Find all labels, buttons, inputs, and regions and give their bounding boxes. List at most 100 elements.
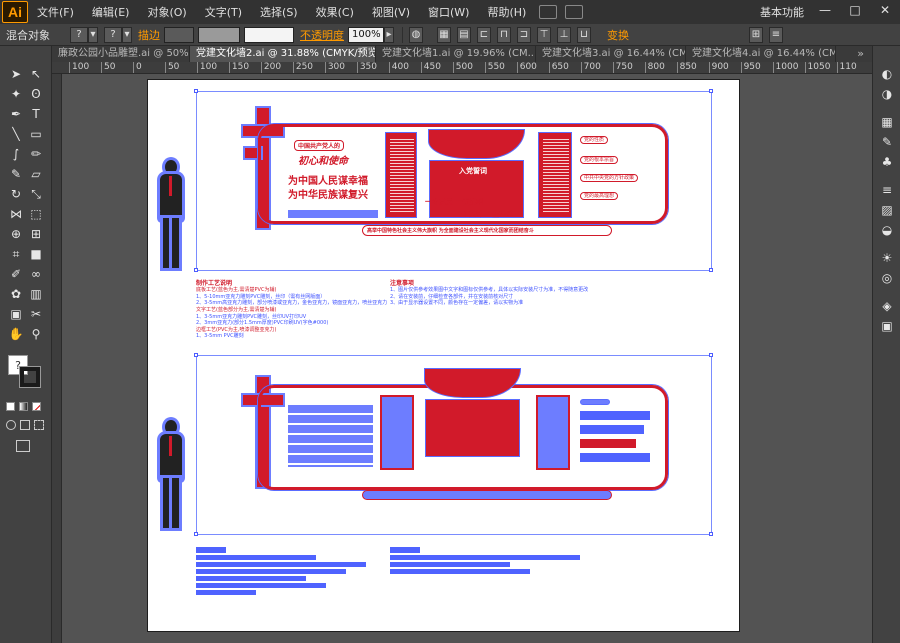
artboards-icon[interactable]: ▣ <box>879 318 895 334</box>
arrange-documents-icon[interactable] <box>565 5 584 19</box>
tab-doc-5[interactable]: 党建文化墙4.ai @ 16.44% (CM...× <box>686 46 836 62</box>
isolate-group-icon[interactable]: ⊞ <box>749 26 763 43</box>
variable-width-profile[interactable] <box>198 26 240 43</box>
menu-select[interactable]: 选择(S) <box>251 4 307 20</box>
brush-definition[interactable] <box>244 26 294 43</box>
align-center-icon[interactable]: ⊓ <box>497 26 511 43</box>
color-icon[interactable]: ◐ <box>879 66 895 82</box>
symbols-icon[interactable]: ♣ <box>879 154 895 170</box>
transparency-icon[interactable]: ◒ <box>879 222 895 238</box>
menu-type[interactable]: 文字(T) <box>196 4 251 20</box>
selection-handle[interactable] <box>709 353 713 357</box>
mesh-tool-icon[interactable]: ⌗ <box>8 246 24 262</box>
fill-dropdown-icon[interactable]: ▾ <box>88 26 98 43</box>
close-button[interactable]: ✕ <box>870 0 900 20</box>
align-left-icon[interactable]: ⊏ <box>477 26 491 43</box>
color-guide-icon[interactable]: ◑ <box>879 86 895 102</box>
rotate-tool-icon[interactable]: ↻ <box>8 186 24 202</box>
bottom-poster-group[interactable] <box>148 353 741 633</box>
artboard-tool-icon[interactable]: ▣ <box>8 306 24 322</box>
column-graph-tool-icon[interactable]: ▥ <box>28 286 44 302</box>
menu-help[interactable]: 帮助(H) <box>478 4 535 20</box>
selection-handle[interactable] <box>194 532 198 536</box>
align-icon[interactable]: ▦ <box>437 26 451 43</box>
opacity-label[interactable]: 不透明度 <box>300 27 344 43</box>
align-middle-icon[interactable]: ⊥ <box>557 26 571 43</box>
eraser-tool-icon[interactable]: ▱ <box>28 166 44 182</box>
selection-handle[interactable] <box>709 532 713 536</box>
selection-handle[interactable] <box>194 89 198 93</box>
pencil-tool-icon[interactable]: ✏ <box>28 146 44 162</box>
vertical-ruler[interactable] <box>52 74 62 643</box>
menu-file[interactable]: 文件(F) <box>28 4 83 20</box>
stroke-weight-field[interactable] <box>164 26 194 43</box>
bridge-icon[interactable] <box>539 5 558 19</box>
eyedropper-tool-icon[interactable]: ✐ <box>8 266 24 282</box>
horizontal-ruler[interactable]: 100 50 0 50 100 150 200 250 300 350 400 450 500 550 60… <box>52 62 872 74</box>
line-tool-icon[interactable]: ╲ <box>8 126 24 142</box>
symbol-sprayer-tool-icon[interactable]: ✿ <box>8 286 24 302</box>
blob-brush-tool-icon[interactable]: ✎ <box>8 166 24 182</box>
opacity-dropdown-icon[interactable]: ▸ <box>384 26 394 43</box>
fill-swatch[interactable]: ? <box>70 26 88 43</box>
draw-normal-icon[interactable] <box>6 420 16 430</box>
menu-object[interactable]: 对象(O) <box>138 4 195 20</box>
tab-doc-2[interactable]: 党建文化墙2.ai @ 31.88% (CMYK/预览)× <box>190 46 376 62</box>
stroke-color-box[interactable] <box>19 366 41 388</box>
selection-handle[interactable] <box>709 268 713 272</box>
selection-handle[interactable] <box>709 89 713 93</box>
hand-tool-icon[interactable]: ✋ <box>8 326 24 342</box>
artboard[interactable]: 中国共产党人的 初心和使命 为中国人民谋幸福 为中华民族谋复兴 入党誓词 一名党… <box>147 79 740 632</box>
tabs-overflow-icon[interactable]: » <box>857 46 864 62</box>
menu-effect[interactable]: 效果(C) <box>307 4 363 20</box>
slice-tool-icon[interactable]: ✂ <box>28 306 44 322</box>
direct-selection-tool-icon[interactable]: ↖ <box>28 66 44 82</box>
scale-tool-icon[interactable]: ⤡ <box>28 186 44 202</box>
menu-window[interactable]: 窗口(W) <box>419 4 478 20</box>
free-transform-tool-icon[interactable]: ⬚ <box>28 206 44 222</box>
gradient-mode-icon[interactable] <box>19 402 28 411</box>
recolor-artwork-icon[interactable]: ◍ <box>409 26 423 43</box>
tab-doc-3[interactable]: 党建文化墙1.ai @ 19.96% (CM...× <box>376 46 536 62</box>
selection-handle[interactable] <box>194 353 198 357</box>
tab-doc-4[interactable]: 党建文化墙3.ai @ 16.44% (CM...× <box>536 46 686 62</box>
fill-stroke-widget[interactable]: ? <box>6 351 42 388</box>
rectangle-tool-icon[interactable]: ▭ <box>28 126 44 142</box>
layers-icon[interactable]: ◈ <box>879 298 895 314</box>
type-tool-icon[interactable]: T <box>28 106 44 122</box>
selection-handle[interactable] <box>194 268 198 272</box>
canvas[interactable]: 中国共产党人的 初心和使命 为中国人民谋幸福 为中华民族谋复兴 入党誓词 一名党… <box>62 74 872 643</box>
gradient-icon[interactable]: ▨ <box>879 202 895 218</box>
shape-builder-tool-icon[interactable]: ⊕ <box>8 226 24 242</box>
pen-tool-icon[interactable]: ✒ <box>8 106 24 122</box>
menu-edit[interactable]: 编辑(E) <box>83 4 139 20</box>
tab-doc-1[interactable]: 廉政公园小品雕塑.ai @ 50% (C...× <box>52 46 190 62</box>
minimize-button[interactable]: — <box>810 0 840 20</box>
draw-behind-icon[interactable] <box>20 420 30 430</box>
stroke-swatch[interactable]: ? <box>104 26 122 43</box>
align-top-icon[interactable]: ⊤ <box>537 26 551 43</box>
selection-tool-icon[interactable]: ➤ <box>8 66 24 82</box>
swatches-icon[interactable]: ▦ <box>879 114 895 130</box>
stroke-dropdown-icon[interactable]: ▾ <box>122 26 132 43</box>
brushes-icon[interactable]: ✎ <box>879 134 895 150</box>
color-mode-icon[interactable] <box>6 402 15 411</box>
paintbrush-tool-icon[interactable]: ∫ <box>8 146 24 162</box>
distribute-icon[interactable]: ▤ <box>457 26 471 43</box>
lasso-tool-icon[interactable]: ʘ <box>28 86 44 102</box>
magic-wand-tool-icon[interactable]: ✦ <box>8 86 24 102</box>
opacity-field[interactable]: 100% <box>348 26 384 43</box>
width-tool-icon[interactable]: ⋈ <box>8 206 24 222</box>
align-bottom-icon[interactable]: ⊔ <box>577 26 591 43</box>
align-right-icon[interactable]: ⊐ <box>517 26 531 43</box>
draw-inside-icon[interactable] <box>34 420 44 430</box>
appearance-icon[interactable]: ☀ <box>879 250 895 266</box>
stroke-label[interactable]: 描边 <box>138 27 160 43</box>
zoom-tool-icon[interactable]: ⚲ <box>28 326 44 342</box>
top-poster-group[interactable]: 中国共产党人的 初心和使命 为中国人民谋幸福 为中华民族谋复兴 入党誓词 一名党… <box>148 80 741 340</box>
screen-mode-icon[interactable] <box>16 440 30 452</box>
maximize-button[interactable]: □ <box>840 0 870 20</box>
menu-view[interactable]: 视图(V) <box>363 4 419 20</box>
blend-tool-icon[interactable]: ∞ <box>28 266 44 282</box>
workspace-switcher[interactable]: 基本功能 <box>760 4 804 20</box>
